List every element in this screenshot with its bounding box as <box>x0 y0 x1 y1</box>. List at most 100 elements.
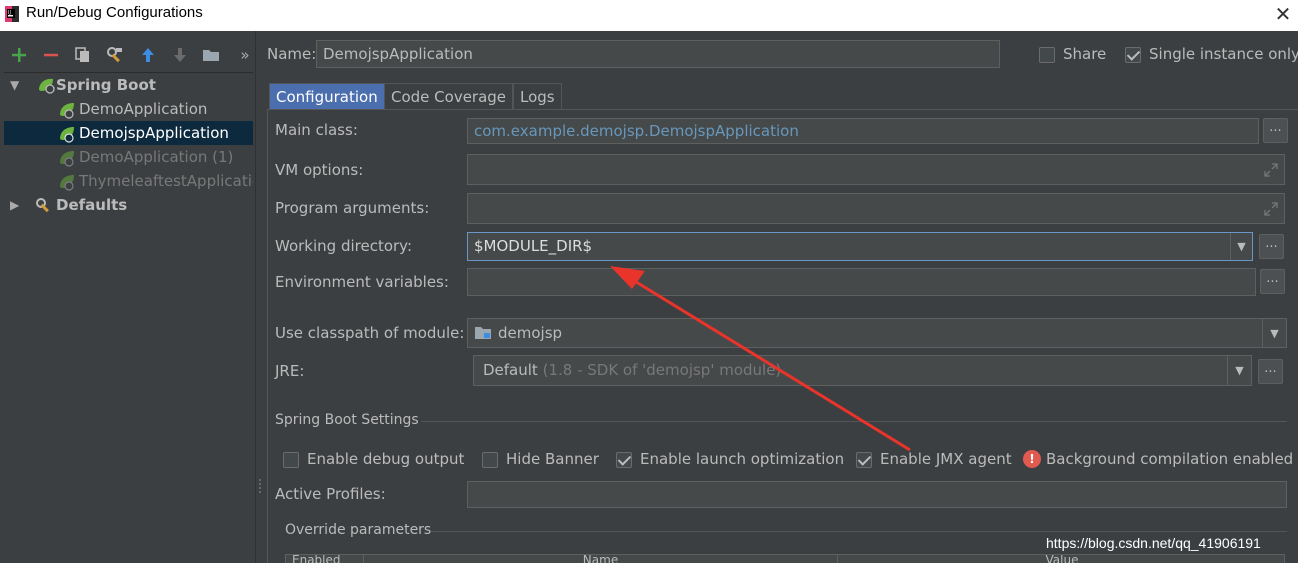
override-parameters-table[interactable]: Enabled Name Value <box>285 554 1285 563</box>
tree-item-label: DemoApplication (1) <box>79 148 234 166</box>
add-icon[interactable] <box>8 43 30 67</box>
title-bar: IJ Run/Debug Configurations ✕ <box>0 0 1298 31</box>
table-header-name[interactable]: Name <box>364 555 838 563</box>
tab-logs[interactable]: Logs <box>513 83 562 109</box>
expand-icon[interactable] <box>1264 202 1278 216</box>
main-class-input[interactable]: com.example.demojsp.DemojspApplication <box>467 118 1259 144</box>
working-directory-dropdown[interactable]: ▼ <box>1230 233 1252 260</box>
override-parameters-title: Override parameters <box>285 522 432 538</box>
module-folder-icon <box>475 327 491 339</box>
tree-item-thymeleaftestapplication[interactable]: ThymeleaftestApplicatic <box>4 169 253 193</box>
jre-select[interactable]: Default (1.8 - SDK of 'demojsp' module) … <box>473 355 1252 386</box>
expanded-arrow-icon[interactable]: ▼ <box>10 73 19 97</box>
expand-icon[interactable] <box>1264 163 1278 177</box>
jre-label: JRE: <box>275 362 305 380</box>
move-up-icon[interactable] <box>137 43 159 67</box>
enable-debug-output-checkbox[interactable] <box>283 452 299 468</box>
enable-launch-optimization-label: Enable launch optimization <box>640 450 845 468</box>
classpath-module-label: Use classpath of module: <box>275 324 465 342</box>
name-input-value: DemojspApplication <box>323 45 473 63</box>
single-instance-label: Single instance only <box>1149 45 1298 63</box>
spring-leaf-icon <box>60 151 74 167</box>
chevron-down-icon: ▼ <box>1270 326 1279 340</box>
tree-item-label: ThymeleaftestApplicatic <box>79 172 253 190</box>
defaults-wrench-icon <box>36 198 49 213</box>
move-down-icon[interactable] <box>169 43 191 67</box>
tree-item-label: DemojspApplication <box>79 124 229 142</box>
tree-item-demoapplication[interactable]: DemoApplication <box>4 97 253 121</box>
classpath-module-dropdown[interactable]: ▼ <box>1262 319 1286 347</box>
main-class-browse-button[interactable]: ... <box>1263 118 1288 143</box>
vm-options-label: VM options: <box>275 161 364 179</box>
close-window-icon[interactable]: ✕ <box>1268 0 1298 31</box>
jre-hint-text: (1.8 - SDK of 'demojsp' module) <box>542 361 782 379</box>
share-checkbox[interactable] <box>1039 47 1055 63</box>
folder-icon[interactable] <box>200 43 222 67</box>
environment-variables-label: Environment variables: <box>275 273 449 291</box>
jre-value: Default (1.8 - SDK of 'demojsp' module) <box>483 361 781 379</box>
watermark-url: https://blog.csdn.net/qq_41906191 <box>1046 535 1261 551</box>
background-compilation-warning: Background compilation enabled <box>1046 450 1294 468</box>
warning-icon: ! <box>1023 450 1041 468</box>
intellij-app-icon: IJ <box>5 6 19 22</box>
spring-leaf-icon <box>60 175 74 191</box>
enable-launch-optimization-checkbox[interactable] <box>616 452 632 468</box>
table-header-value[interactable]: Value <box>838 555 1284 563</box>
svg-text:IJ: IJ <box>8 10 11 16</box>
splitter-grip-icon[interactable] <box>258 478 262 494</box>
tab-configuration[interactable]: Configuration <box>269 83 385 109</box>
hide-banner-checkbox[interactable] <box>482 452 498 468</box>
override-separator <box>431 531 1287 532</box>
name-label: Name: <box>267 45 317 63</box>
chevron-down-icon: ▼ <box>1235 364 1244 377</box>
spring-boot-icon <box>39 78 55 94</box>
program-arguments-input[interactable] <box>467 193 1285 224</box>
settings-wrench-icon[interactable] <box>104 43 126 67</box>
active-profiles-input[interactable] <box>467 481 1287 508</box>
remove-icon[interactable] <box>40 43 62 67</box>
hide-banner-label: Hide Banner <box>506 450 599 468</box>
tab-code-coverage[interactable]: Code Coverage <box>384 83 514 109</box>
classpath-module-value: demojsp <box>498 324 563 342</box>
active-profiles-label: Active Profiles: <box>275 485 386 503</box>
configurations-sidebar: » ▼ Spring Boot DemoApplication DemojspA… <box>0 31 257 563</box>
tree-item-demojspapplication[interactable]: DemojspApplication <box>4 121 253 145</box>
table-header-enabled[interactable]: Enabled <box>286 555 364 563</box>
classpath-module-select[interactable]: demojsp ▼ <box>467 318 1287 348</box>
environment-variables-browse-button[interactable]: ... <box>1260 269 1285 294</box>
tree-item-demoapplication-1[interactable]: DemoApplication (1) <box>4 145 253 169</box>
tree-label-spring-boot: Spring Boot <box>56 76 156 94</box>
vm-options-input[interactable] <box>467 154 1285 185</box>
tree-label-defaults: Defaults <box>56 196 128 214</box>
working-directory-value: $MODULE_DIR$ <box>474 237 593 255</box>
spring-leaf-icon <box>60 127 74 143</box>
more-chevron-icon[interactable]: » <box>234 43 256 67</box>
working-directory-label: Working directory: <box>275 237 413 255</box>
main-class-label: Main class: <box>275 121 358 139</box>
share-label: Share <box>1063 45 1107 63</box>
chevron-down-icon: ▼ <box>1237 240 1246 253</box>
single-instance-checkbox[interactable] <box>1125 47 1141 63</box>
collapsed-arrow-icon[interactable]: ▶ <box>10 193 19 217</box>
enable-jmx-agent-checkbox[interactable] <box>856 452 872 468</box>
configuration-editor: Name: DemojspApplication Share Single in… <box>267 31 1298 563</box>
name-input[interactable]: DemojspApplication <box>316 40 1000 68</box>
jre-dropdown[interactable]: ▼ <box>1227 356 1251 385</box>
enable-jmx-agent-label: Enable JMX agent <box>880 450 1012 468</box>
working-directory-browse-button[interactable]: ... <box>1259 234 1284 259</box>
sidebar-toolbar: » <box>0 43 257 67</box>
program-arguments-label: Program arguments: <box>275 199 430 217</box>
environment-variables-input[interactable] <box>467 268 1256 296</box>
spring-leaf-icon <box>60 103 74 119</box>
jre-browse-button[interactable]: ... <box>1258 359 1283 384</box>
tree-item-label: DemoApplication <box>79 100 208 118</box>
window-title: Run/Debug Configurations <box>26 4 203 21</box>
spring-boot-settings-title: Spring Boot Settings <box>275 412 419 428</box>
main-class-value: com.example.demojsp.DemojspApplication <box>474 122 799 140</box>
working-directory-input[interactable]: $MODULE_DIR$ ▼ <box>467 232 1253 261</box>
configuration-tree: ▼ Spring Boot DemoApplication DemojspApp… <box>4 72 253 562</box>
settings-separator <box>421 421 1287 422</box>
copy-icon[interactable] <box>72 43 94 67</box>
jre-default-text: Default <box>483 361 538 379</box>
enable-debug-output-label: Enable debug output <box>307 450 465 468</box>
